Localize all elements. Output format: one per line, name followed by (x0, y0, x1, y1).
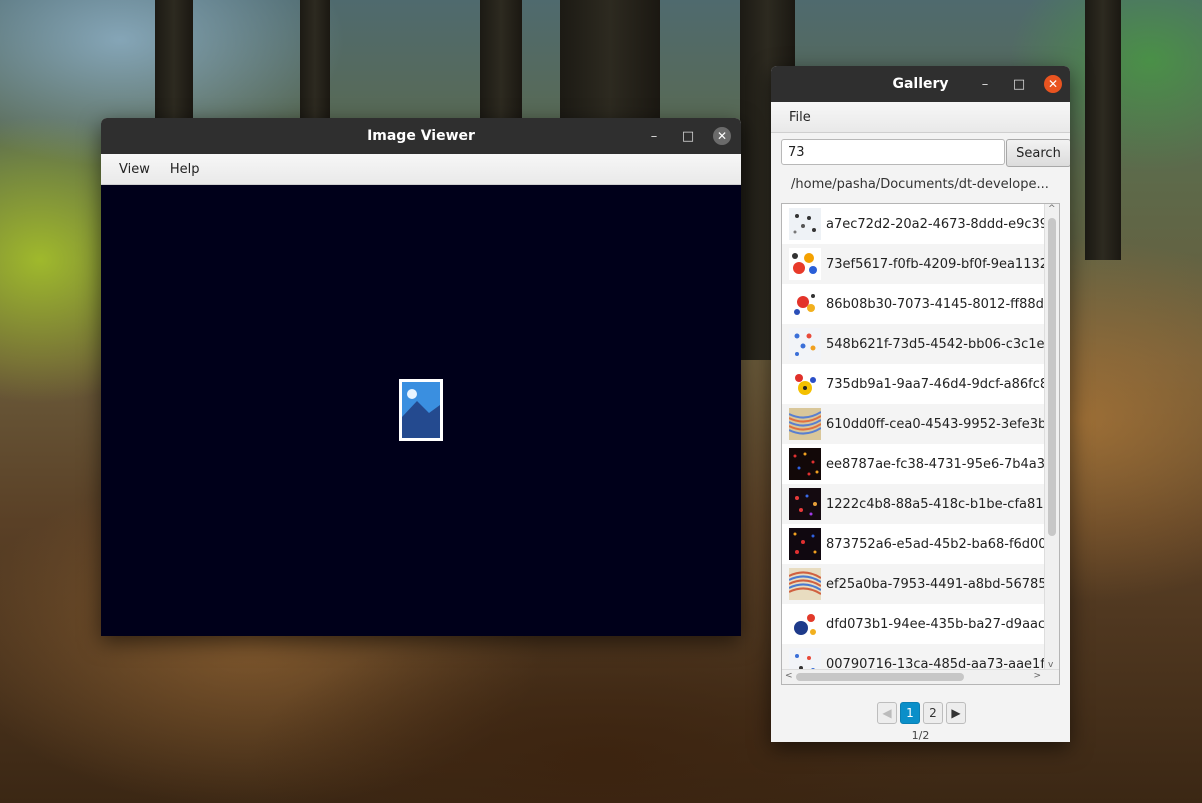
tree-trunk (300, 0, 330, 120)
scroll-up-icon[interactable]: ^ (1048, 204, 1056, 214)
image-thumbnail (789, 648, 821, 670)
search-row: Search (781, 139, 1070, 167)
image-canvas[interactable] (101, 185, 741, 636)
item-filename: 73ef5617-f0fb-4209-bf0f-9ea1132 (826, 256, 1044, 272)
gallery-window: Gallery – □ ✕ File Search /home/pasha/Do… (771, 66, 1070, 742)
directory-path: /home/pasha/Documents/dt-develope... (791, 177, 1049, 192)
list-item[interactable]: 735db9a1-9aa7-46d4-9dcf-a86fc8 (782, 364, 1044, 404)
image-thumbnail (789, 408, 821, 440)
menu-view[interactable]: View (109, 162, 160, 177)
image-placeholder (399, 379, 443, 441)
image-thumbnail (789, 608, 821, 640)
menu-help[interactable]: Help (160, 162, 210, 177)
maximize-icon[interactable]: □ (671, 118, 705, 154)
page-info: 1/2 (911, 729, 930, 742)
list-item[interactable]: ef25a0ba-7953-4491-a8bd-56785 (782, 564, 1044, 604)
window-title: Image Viewer (367, 128, 475, 144)
page-button-1[interactable]: 1 (900, 702, 920, 724)
image-thumbnail (789, 208, 821, 240)
list-item[interactable]: 610dd0ff-cea0-4543-9952-3efe3b (782, 404, 1044, 444)
list-item[interactable]: 86b08b30-7073-4145-8012-ff88d (782, 284, 1044, 324)
tree-trunk (155, 0, 193, 120)
next-page-icon[interactable]: ▶ (946, 702, 966, 724)
image-thumbnail (789, 568, 821, 600)
image-thumbnail (789, 368, 821, 400)
image-thumbnail (789, 328, 821, 360)
horizontal-scrollbar[interactable]: < > (782, 669, 1059, 684)
minimize-icon[interactable]: – (637, 118, 671, 154)
item-filename: dfd073b1-94ee-435b-ba27-d9aac (826, 616, 1044, 632)
image-icon (402, 382, 440, 438)
window-title: Gallery (892, 76, 949, 92)
scroll-left-icon[interactable]: < (785, 671, 793, 681)
scrollbar-thumb[interactable] (796, 673, 964, 681)
close-icon[interactable]: ✕ (1044, 75, 1062, 93)
list-item[interactable]: 548b621f-73d5-4542-bb06-c3c1e (782, 324, 1044, 364)
prev-page-icon[interactable]: ◀ (877, 702, 897, 724)
tree-trunk (480, 0, 522, 120)
menu-file[interactable]: File (779, 110, 821, 125)
item-filename: 86b08b30-7073-4145-8012-ff88d (826, 296, 1044, 312)
maximize-icon[interactable]: □ (1002, 66, 1036, 102)
image-thumbnail (789, 488, 821, 520)
list-item[interactable]: 873752a6-e5ad-45b2-ba68-f6d00 (782, 524, 1044, 564)
page-button-2[interactable]: 2 (923, 702, 943, 724)
minimize-icon[interactable]: – (968, 66, 1002, 102)
image-thumbnail (789, 528, 821, 560)
menu-bar: File (771, 102, 1070, 133)
list-item[interactable]: ee8787ae-fc38-4731-95e6-7b4a3 (782, 444, 1044, 484)
titlebar[interactable]: Gallery – □ ✕ (771, 66, 1070, 102)
item-filename: 735db9a1-9aa7-46d4-9dcf-a86fc8 (826, 376, 1044, 392)
list-item[interactable]: dfd073b1-94ee-435b-ba27-d9aac (782, 604, 1044, 644)
item-filename: 873752a6-e5ad-45b2-ba68-f6d00 (826, 536, 1044, 552)
item-filename: ee8787ae-fc38-4731-95e6-7b4a3 (826, 456, 1044, 472)
item-filename: 610dd0ff-cea0-4543-9952-3efe3b (826, 416, 1044, 432)
item-filename: 548b621f-73d5-4542-bb06-c3c1e (826, 336, 1044, 352)
list-item[interactable]: 73ef5617-f0fb-4209-bf0f-9ea1132 (782, 244, 1044, 284)
tree-trunk (560, 0, 660, 120)
list-item[interactable]: 1222c4b8-88a5-418c-b1be-cfa81 (782, 484, 1044, 524)
close-icon[interactable]: ✕ (713, 127, 731, 145)
image-viewer-window: Image Viewer – □ ✕ View Help (101, 118, 741, 636)
scrollbar-thumb[interactable] (1048, 218, 1056, 536)
item-filename: 1222c4b8-88a5-418c-b1be-cfa81 (826, 496, 1044, 512)
item-filename: 00790716-13ca-485d-aa73-aae1f (826, 656, 1044, 671)
image-thumbnail (789, 448, 821, 480)
titlebar[interactable]: Image Viewer – □ ✕ (101, 118, 741, 154)
search-button[interactable]: Search (1006, 139, 1070, 167)
pagination: ◀ 1 2 ▶ (877, 702, 966, 724)
search-input[interactable] (781, 139, 1005, 165)
item-filename: ef25a0ba-7953-4491-a8bd-56785 (826, 576, 1044, 592)
image-thumbnail (789, 248, 821, 280)
vertical-scrollbar[interactable]: ^ v (1044, 204, 1059, 670)
list-item[interactable]: a7ec72d2-20a2-4673-8ddd-e9c39 (782, 204, 1044, 244)
image-thumbnail (789, 288, 821, 320)
menu-bar: View Help (101, 154, 741, 185)
tree-trunk (1085, 0, 1121, 260)
list-rows: a7ec72d2-20a2-4673-8ddd-e9c39 73ef5617-f… (782, 204, 1044, 670)
image-list[interactable]: a7ec72d2-20a2-4673-8ddd-e9c39 73ef5617-f… (781, 203, 1060, 685)
list-item[interactable]: 00790716-13ca-485d-aa73-aae1f (782, 644, 1044, 670)
item-filename: a7ec72d2-20a2-4673-8ddd-e9c39 (826, 216, 1044, 232)
scroll-right-icon[interactable]: > (1033, 671, 1041, 681)
